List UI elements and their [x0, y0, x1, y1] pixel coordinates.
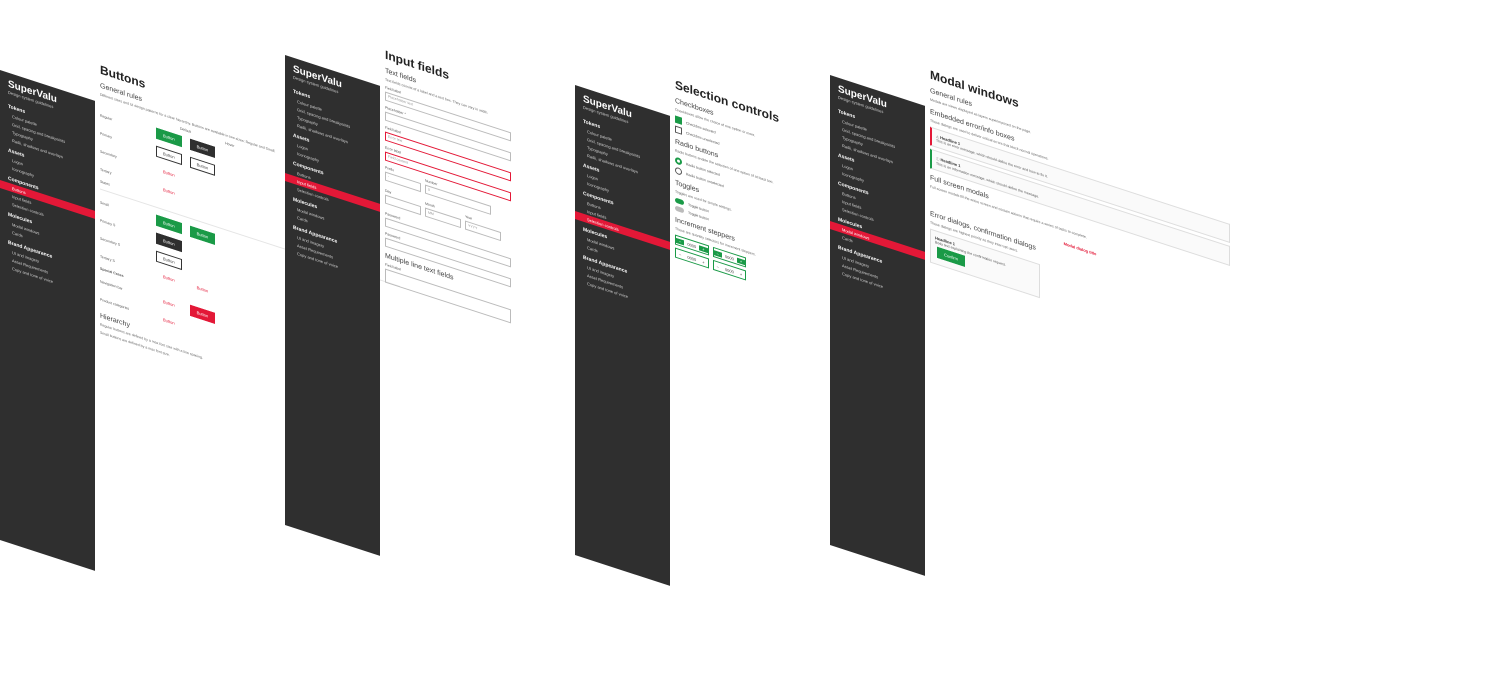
panel-inputs: SuperValu Design system guidelines Tokens…	[285, 47, 585, 622]
checkbox-checked[interactable]	[675, 115, 682, 125]
col-default: Default	[180, 126, 192, 135]
minus-icon[interactable]: −	[713, 249, 722, 258]
plus-icon[interactable]: +	[736, 270, 746, 278]
sidebar-nav: Tokens Colour palette Grid, spacing and br…	[830, 101, 925, 304]
minus-icon[interactable]: −	[713, 262, 722, 271]
sidebar: SuperValu Design system guidelines Tokens…	[830, 75, 925, 576]
stepper-value: 0000	[724, 253, 734, 262]
plus-icon[interactable]: +	[736, 257, 746, 265]
sidebar: SuperValu Design system guidelines Tokens…	[0, 70, 95, 571]
col-hover: Hover	[225, 141, 235, 149]
sidebar: SuperValu Design system guidelines Tokens…	[575, 85, 670, 586]
modals-content: Modal windows General rules Modals are v…	[930, 67, 1230, 634]
panel-buttons: SuperValu Design system guidelines Tokens…	[0, 62, 400, 637]
minus-icon[interactable]: −	[676, 237, 685, 246]
sidebar-nav: Tokens Colour palette Grid, spacing and br…	[575, 111, 670, 314]
minus-icon[interactable]: −	[676, 250, 685, 259]
panel-modals: SuperValu Design system guidelines Tokens…	[830, 67, 1230, 642]
radio-unselected[interactable]	[675, 166, 682, 176]
stepper-value: 0000	[687, 254, 697, 262]
stepper-value: 0000	[724, 266, 734, 275]
plus-icon[interactable]: +	[699, 244, 708, 253]
category-button[interactable]: Button	[156, 311, 182, 331]
checkbox-unchecked[interactable]	[675, 125, 682, 135]
sidebar: SuperValu Design system guidelines Tokens…	[285, 55, 380, 556]
radio-selected[interactable]	[675, 156, 682, 166]
stepper-value: 0000	[687, 241, 697, 249]
sidebar-nav: Tokens Colour palette Grid, spacing and br…	[0, 96, 95, 299]
toggle-off[interactable]	[675, 205, 684, 214]
toggle-on[interactable]	[675, 197, 684, 206]
plus-icon[interactable]: +	[699, 257, 708, 266]
sidebar-nav: Tokens Colour palette Grid, spacing and br…	[285, 81, 380, 284]
